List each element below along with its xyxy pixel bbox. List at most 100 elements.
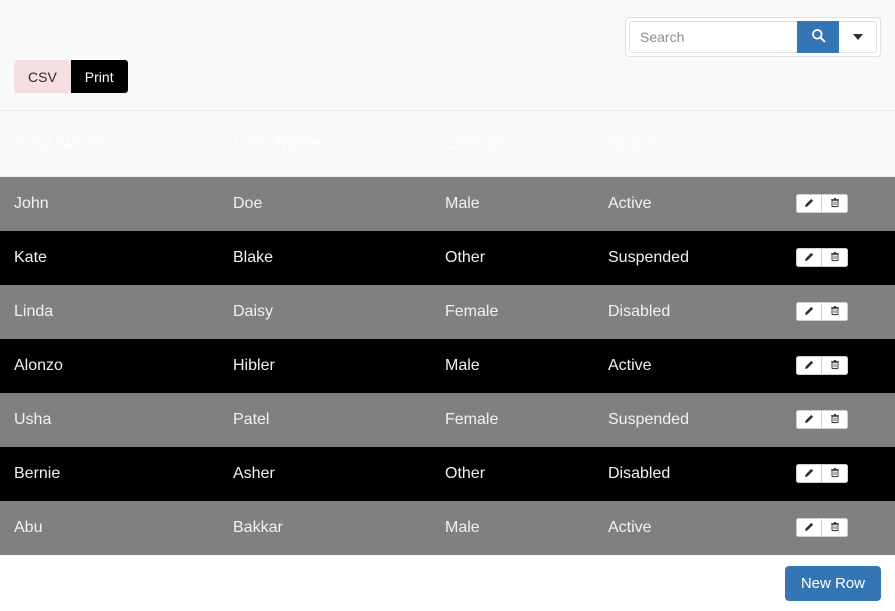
cell-actions bbox=[790, 176, 895, 231]
table-header-row: First Name Last Name Gender Status bbox=[0, 111, 895, 176]
cell-first-name[interactable]: Linda bbox=[0, 285, 219, 339]
cell-gender[interactable]: Male bbox=[431, 176, 594, 231]
pencil-icon bbox=[804, 304, 814, 319]
trash-icon bbox=[830, 304, 840, 319]
export-button-group: CSV Print bbox=[14, 60, 128, 93]
row-action-group bbox=[796, 194, 848, 213]
search-options-dropdown-button[interactable] bbox=[839, 21, 877, 53]
row-action-group bbox=[796, 302, 848, 321]
pencil-icon bbox=[804, 412, 814, 427]
cell-gender[interactable]: Male bbox=[431, 339, 594, 393]
pencil-icon bbox=[804, 250, 814, 265]
column-header-status[interactable]: Status bbox=[594, 111, 790, 176]
column-header-first-name[interactable]: First Name bbox=[0, 111, 219, 176]
delete-row-button[interactable] bbox=[822, 356, 848, 375]
delete-row-button[interactable] bbox=[822, 194, 848, 213]
cell-first-name[interactable]: Alonzo bbox=[0, 339, 219, 393]
cell-actions bbox=[790, 447, 895, 501]
trash-icon bbox=[830, 520, 840, 535]
cell-gender[interactable]: Other bbox=[431, 447, 594, 501]
cell-actions bbox=[790, 285, 895, 339]
edit-row-button[interactable] bbox=[796, 518, 822, 537]
column-header-gender[interactable]: Gender bbox=[431, 111, 594, 176]
cell-status[interactable]: Active bbox=[594, 339, 790, 393]
cell-last-name[interactable]: Doe bbox=[219, 176, 431, 231]
csv-export-button[interactable]: CSV bbox=[14, 60, 71, 93]
trash-icon bbox=[830, 196, 840, 211]
cell-status[interactable]: Disabled bbox=[594, 285, 790, 339]
delete-row-button[interactable] bbox=[822, 464, 848, 483]
pencil-icon bbox=[804, 520, 814, 535]
cell-status[interactable]: Suspended bbox=[594, 231, 790, 285]
cell-actions bbox=[790, 339, 895, 393]
search-input[interactable] bbox=[629, 21, 797, 53]
cell-status[interactable]: Active bbox=[594, 176, 790, 231]
pencil-icon bbox=[804, 196, 814, 211]
new-row-button[interactable]: New Row bbox=[785, 566, 881, 601]
table-footer: New Row bbox=[0, 555, 895, 611]
pencil-icon bbox=[804, 358, 814, 373]
toolbar: CSV Print bbox=[0, 0, 895, 111]
table-row[interactable]: KateBlakeOtherSuspended bbox=[0, 231, 895, 285]
row-action-group bbox=[796, 356, 848, 375]
row-action-group bbox=[796, 518, 848, 537]
edit-row-button[interactable] bbox=[796, 248, 822, 267]
chevron-down-icon bbox=[853, 34, 863, 40]
column-header-last-name[interactable]: Last Name bbox=[219, 111, 431, 176]
cell-gender[interactable]: Female bbox=[431, 393, 594, 447]
delete-row-button[interactable] bbox=[822, 518, 848, 537]
cell-status[interactable]: Disabled bbox=[594, 447, 790, 501]
trash-icon bbox=[830, 250, 840, 265]
cell-first-name[interactable]: John bbox=[0, 176, 219, 231]
trash-icon bbox=[830, 466, 840, 481]
row-action-group bbox=[796, 410, 848, 429]
delete-row-button[interactable] bbox=[822, 248, 848, 267]
edit-row-button[interactable] bbox=[796, 410, 822, 429]
data-table: First Name Last Name Gender Status JohnD… bbox=[0, 111, 895, 555]
table-header: First Name Last Name Gender Status bbox=[0, 111, 895, 176]
search-button[interactable] bbox=[797, 21, 839, 53]
pencil-icon bbox=[804, 466, 814, 481]
cell-last-name[interactable]: Daisy bbox=[219, 285, 431, 339]
delete-row-button[interactable] bbox=[822, 410, 848, 429]
cell-last-name[interactable]: Patel bbox=[219, 393, 431, 447]
cell-last-name[interactable]: Blake bbox=[219, 231, 431, 285]
trash-icon bbox=[830, 412, 840, 427]
edit-row-button[interactable] bbox=[796, 464, 822, 483]
cell-first-name[interactable]: Kate bbox=[0, 231, 219, 285]
cell-gender[interactable]: Other bbox=[431, 231, 594, 285]
cell-status[interactable]: Suspended bbox=[594, 393, 790, 447]
cell-last-name[interactable]: Asher bbox=[219, 447, 431, 501]
table-row[interactable]: JohnDoeMaleActive bbox=[0, 176, 895, 231]
table-row[interactable]: BernieAsherOtherDisabled bbox=[0, 447, 895, 501]
cell-last-name[interactable]: Bakkar bbox=[219, 501, 431, 555]
print-button[interactable]: Print bbox=[71, 60, 128, 93]
cell-actions bbox=[790, 393, 895, 447]
row-action-group bbox=[796, 464, 848, 483]
table-row[interactable]: AlonzoHiblerMaleActive bbox=[0, 339, 895, 393]
table-editor-page: CSV Print First Name Last Name Gender St… bbox=[0, 0, 895, 611]
edit-row-button[interactable] bbox=[796, 302, 822, 321]
trash-icon bbox=[830, 358, 840, 373]
row-action-group bbox=[796, 248, 848, 267]
search-icon bbox=[811, 28, 826, 46]
cell-gender[interactable]: Male bbox=[431, 501, 594, 555]
table-row[interactable]: AbuBakkarMaleActive bbox=[0, 501, 895, 555]
table-body: JohnDoeMaleActiveKateBlakeOtherSuspended… bbox=[0, 176, 895, 555]
cell-first-name[interactable]: Bernie bbox=[0, 447, 219, 501]
delete-row-button[interactable] bbox=[822, 302, 848, 321]
data-table-container: First Name Last Name Gender Status JohnD… bbox=[0, 111, 895, 555]
table-row[interactable]: UshaPatelFemaleSuspended bbox=[0, 393, 895, 447]
edit-row-button[interactable] bbox=[796, 194, 822, 213]
cell-last-name[interactable]: Hibler bbox=[219, 339, 431, 393]
cell-actions bbox=[790, 231, 895, 285]
cell-status[interactable]: Active bbox=[594, 501, 790, 555]
search-group bbox=[625, 17, 881, 57]
column-header-actions bbox=[790, 111, 895, 176]
cell-gender[interactable]: Female bbox=[431, 285, 594, 339]
cell-first-name[interactable]: Abu bbox=[0, 501, 219, 555]
cell-first-name[interactable]: Usha bbox=[0, 393, 219, 447]
edit-row-button[interactable] bbox=[796, 356, 822, 375]
table-row[interactable]: LindaDaisyFemaleDisabled bbox=[0, 285, 895, 339]
cell-actions bbox=[790, 501, 895, 555]
